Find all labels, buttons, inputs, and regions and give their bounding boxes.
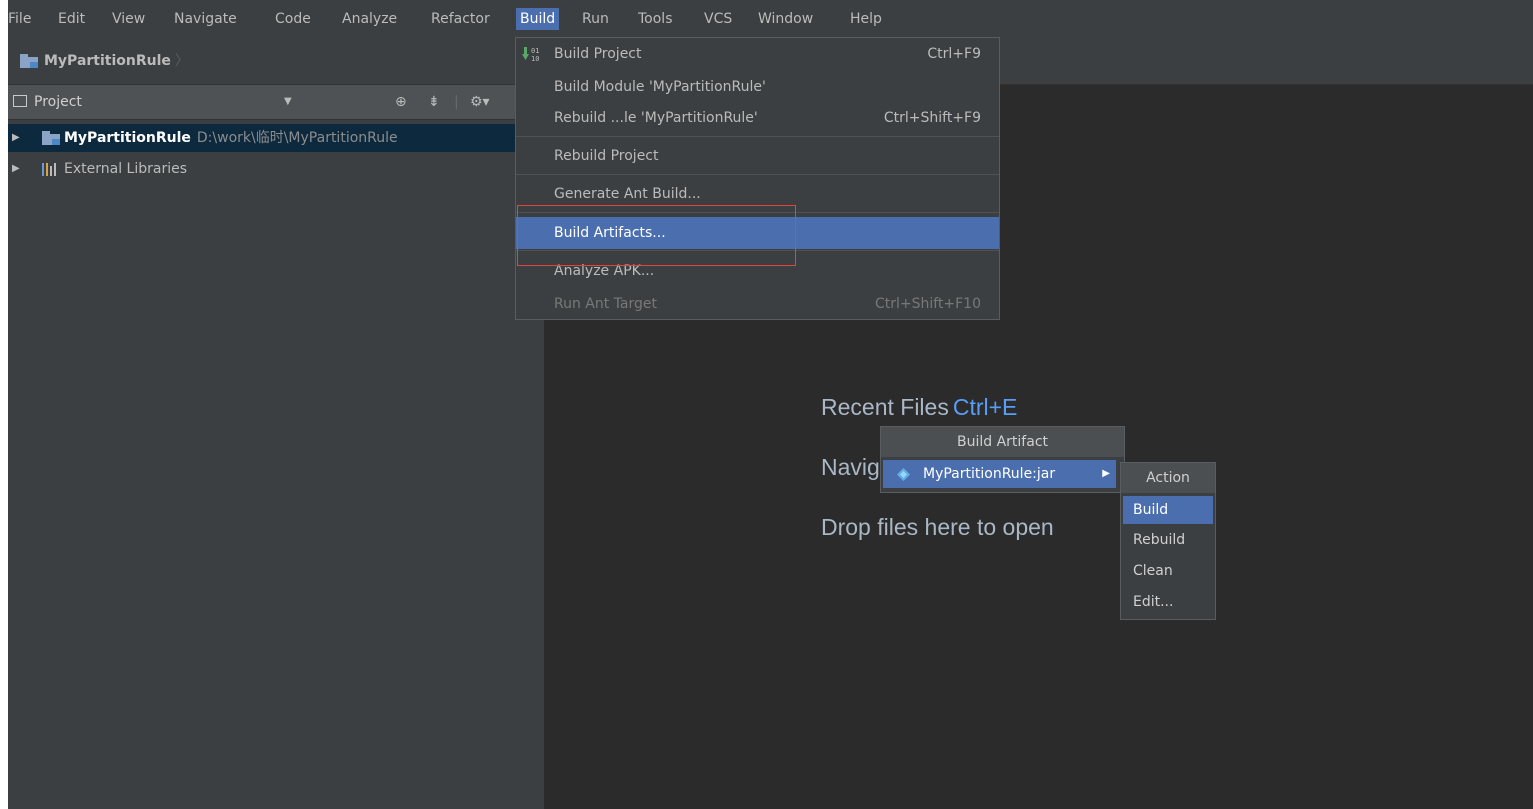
svg-text:10: 10 (531, 55, 539, 62)
navigation-hint: Navig (821, 454, 880, 480)
project-view-selector[interactable]: Project (34, 91, 82, 113)
recent-files-hint: Recent Files Ctrl+E (821, 394, 1018, 420)
expand-arrow-icon[interactable]: ▶ (12, 155, 20, 183)
drop-files-hint: Drop files here to open (821, 514, 1054, 540)
collapse-all-icon[interactable]: ⇟ (428, 91, 440, 113)
project-view-icon (13, 95, 27, 107)
action-clean[interactable]: Clean (1123, 557, 1213, 585)
menu-bar: File Edit View Navigate Code Analyze Ref… (8, 0, 1533, 38)
tree-node-label: External Libraries (64, 161, 187, 177)
menu-item-build-module[interactable]: Build Module 'MyPartitionRule' (516, 73, 999, 101)
menu-view[interactable]: View (108, 8, 149, 30)
menu-item-build-project[interactable]: 01 10 Build Project Ctrl+F9 (516, 40, 999, 68)
breadcrumb-separator: 〉 (174, 53, 189, 69)
menu-window[interactable]: Window (754, 8, 817, 30)
submenu-arrow-icon: ▶ (1102, 468, 1110, 479)
action-rebuild[interactable]: Rebuild (1123, 526, 1213, 554)
left-margin (0, 0, 8, 809)
menu-item-run-ant-target: Run Ant Target Ctrl+Shift+F10 (554, 296, 981, 312)
recent-files-shortcut: Ctrl+E (952, 394, 1018, 420)
artifact-icon (897, 468, 910, 481)
menu-navigate[interactable]: Navigate (170, 8, 241, 30)
libraries-icon (42, 163, 58, 176)
tree-node-project[interactable]: ▶ MyPartitionRule D:\work\临时\MyPartitionR… (8, 124, 544, 152)
module-folder-icon (20, 54, 38, 68)
build-menu-dropdown: 01 10 Build Project Ctrl+F9 Build Module … (515, 37, 1000, 320)
menu-file[interactable]: File (4, 8, 35, 30)
scroll-from-source-icon[interactable]: ⊕ (395, 91, 407, 113)
project-tool-window-header: Project ▼ ⊕ ⇟ | ⚙▾ (8, 85, 515, 120)
menu-vcs[interactable]: VCS (700, 8, 736, 30)
menu-analyze[interactable]: Analyze (338, 8, 401, 30)
popup-title: Build Artifact (881, 427, 1124, 457)
annotation-highlight-box (517, 205, 796, 266)
menu-item-rebuild-module[interactable]: Rebuild ...le 'MyPartitionRule' Ctrl+Shif… (516, 104, 999, 132)
svg-text:01: 01 (531, 47, 539, 55)
build-project-icon: 01 10 (522, 47, 539, 62)
dropdown-caret-icon[interactable]: ▼ (284, 91, 292, 113)
menu-separator (516, 174, 999, 175)
menu-tools[interactable]: Tools (634, 8, 677, 30)
menu-separator (516, 136, 999, 137)
action-edit[interactable]: Edit... (1123, 588, 1213, 616)
submenu-title: Action (1121, 463, 1215, 493)
action-build[interactable]: Build (1123, 496, 1213, 524)
action-submenu: Action Build Rebuild Clean Edit... (1120, 462, 1216, 620)
toolbar-divider: | (454, 94, 459, 110)
build-artifact-popup: Build Artifact MyPartitionRule:jar ▶ (880, 426, 1125, 493)
breadcrumb[interactable]: MyPartitionRule 〉 (20, 50, 189, 72)
tree-node-external-libraries[interactable]: ▶ External Libraries (8, 155, 544, 183)
menu-edit[interactable]: Edit (54, 8, 89, 30)
menu-run[interactable]: Run (578, 8, 613, 30)
menu-code[interactable]: Code (271, 8, 315, 30)
tree-node-label: MyPartitionRule D:\work\临时\MyPartitionRul… (64, 130, 398, 146)
artifact-item-jar[interactable]: MyPartitionRule:jar ▶ (883, 460, 1116, 488)
gear-icon[interactable]: ⚙▾ (470, 91, 490, 113)
menu-refactor[interactable]: Refactor (427, 8, 494, 30)
menu-build[interactable]: Build (516, 8, 560, 30)
expand-arrow-icon[interactable]: ▶ (12, 124, 20, 152)
tree-node-path: D:\work\临时\MyPartitionRule (196, 130, 398, 146)
menu-item-rebuild-project[interactable]: Rebuild Project (516, 142, 999, 170)
menu-item-generate-ant-build[interactable]: Generate Ant Build... (516, 180, 999, 208)
menu-help[interactable]: Help (846, 8, 886, 30)
module-folder-icon (42, 131, 60, 145)
breadcrumb-project: MyPartitionRule (44, 53, 171, 69)
project-tree: ▶ MyPartitionRule D:\work\临时\MyPartitionR… (8, 120, 544, 809)
